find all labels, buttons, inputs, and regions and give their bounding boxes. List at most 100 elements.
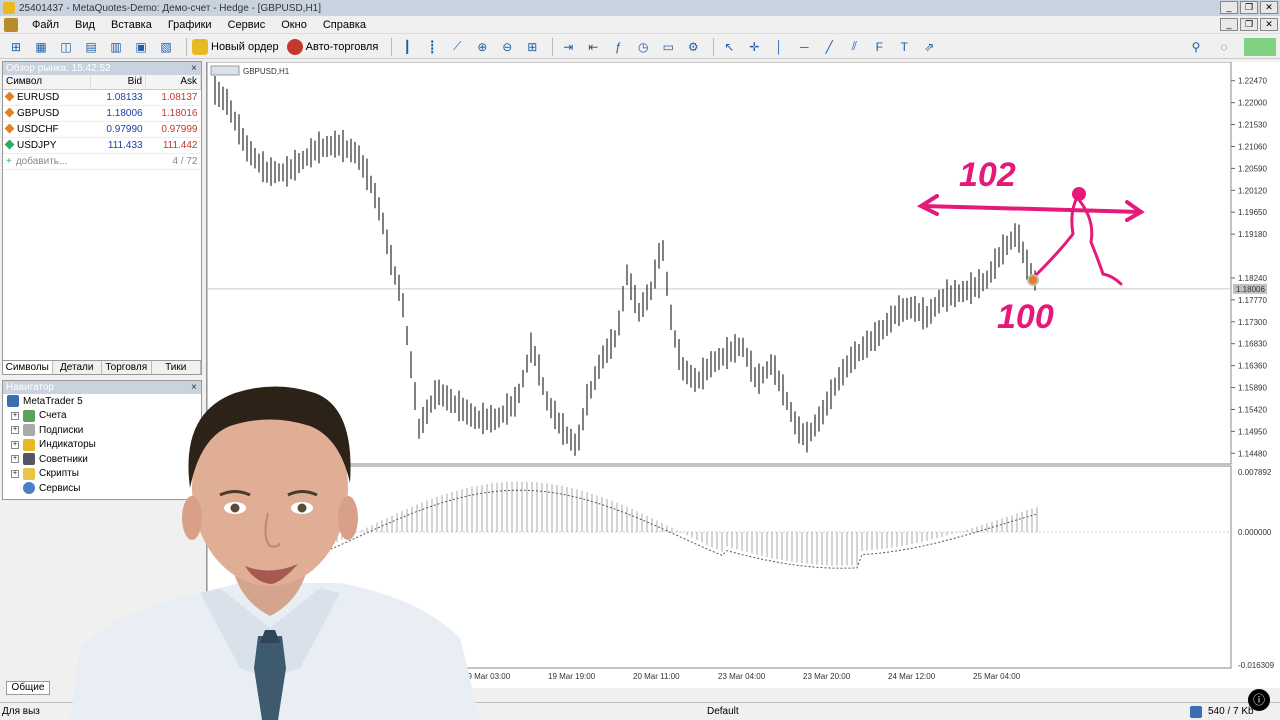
menu-file[interactable]: Файл	[24, 19, 67, 31]
status-help-text: Для выз	[2, 706, 40, 717]
fibonacci-icon[interactable]: F	[869, 38, 889, 56]
search-icon[interactable]: ⚲	[1186, 38, 1206, 56]
chat-icon[interactable]: ◌	[1214, 38, 1234, 56]
periods-icon[interactable]: ◷	[633, 38, 653, 56]
autoscroll-icon[interactable]: ⇥	[558, 38, 578, 56]
time-tick-label: 20 Mar 11:00	[633, 672, 680, 681]
chart-shift-icon[interactable]: ⇤	[583, 38, 603, 56]
info-icon[interactable]: ⓘ	[1248, 689, 1270, 711]
minimize-button[interactable]: _	[1220, 1, 1238, 14]
table-row[interactable]: USDCHF 0.97990 0.97999	[3, 121, 201, 138]
tab-trading[interactable]: Торговля	[102, 361, 152, 374]
indicators-icon[interactable]: ƒ	[608, 38, 628, 56]
price-tick-label: 1.20120	[1238, 186, 1267, 195]
presenter-webcam	[70, 386, 480, 720]
time-tick-label: 25 Mar 04:00	[973, 672, 1021, 681]
terminal-icon[interactable]: ▣	[131, 38, 151, 56]
equidistant-channel-icon[interactable]: ⫽	[844, 38, 864, 56]
new-chart-icon[interactable]: ⊞	[6, 38, 26, 56]
price-tick-label: 1.17770	[1238, 296, 1267, 305]
symbol-icon	[4, 107, 15, 117]
toolbar-separator	[391, 37, 393, 56]
menu-help[interactable]: Справка	[315, 19, 374, 31]
market-watch-header: Обзор рынка: 15:42:52 ×	[3, 62, 201, 75]
price-tick-label: 1.22470	[1238, 77, 1267, 86]
menu-window[interactable]: Окно	[273, 19, 315, 31]
tile-windows-icon[interactable]: ⊞	[522, 38, 542, 56]
signal-icon[interactable]	[1244, 37, 1276, 56]
expand-icon[interactable]: +	[11, 426, 19, 435]
menu-view[interactable]: Вид	[67, 19, 103, 31]
restore-button[interactable]: ❐	[1240, 1, 1258, 14]
indicators-icon	[23, 438, 35, 451]
close-button[interactable]: ✕	[1260, 1, 1278, 14]
market-watch-icon[interactable]: ◫	[56, 38, 76, 56]
symbol-name: EURUSD	[17, 91, 60, 103]
price-point-marker	[1027, 274, 1039, 286]
table-row[interactable]: EURUSD 1.08133 1.08137	[3, 89, 201, 106]
symbol-icon	[4, 123, 15, 133]
tab-ticks[interactable]: Тики	[152, 361, 201, 374]
menu-insert[interactable]: Вставка	[103, 19, 160, 31]
profiles-icon[interactable]: ▦	[31, 38, 51, 56]
table-row[interactable]: GBPUSD 1.18006 1.18016	[3, 105, 201, 122]
text-icon[interactable]: T	[894, 38, 914, 56]
app-menu-icon[interactable]	[4, 17, 18, 32]
column-bid[interactable]: Bid	[90, 75, 147, 90]
templates-icon[interactable]: ▭	[658, 38, 678, 56]
current-price-label: 1.18006	[1236, 285, 1265, 294]
horizontal-line-icon[interactable]: ─	[794, 38, 814, 56]
auto-trading-button[interactable]: Авто-торговля	[286, 38, 378, 55]
bid-value: 111.433	[90, 137, 146, 154]
properties-icon[interactable]: ⚙	[683, 38, 703, 56]
price-tick-label: 1.16360	[1238, 362, 1267, 371]
title-bar: 25401437 - MetaQuotes-Demo: Демо-счет - …	[0, 0, 1280, 16]
candlestick-icon[interactable]: ┋	[422, 38, 442, 56]
add-icon: +	[6, 155, 12, 167]
cursor-icon[interactable]: ↖	[719, 38, 739, 56]
time-tick-label: 19 Mar 19:00	[548, 672, 596, 681]
mdi-minimize-button[interactable]: _	[1220, 18, 1238, 31]
mdi-restore-button[interactable]: ❐	[1240, 18, 1258, 31]
price-tick-label: 1.18240	[1238, 274, 1267, 283]
annotation-dot	[1072, 187, 1086, 201]
symbol-icon	[4, 91, 15, 101]
time-tick-label: 24 Mar 12:00	[888, 672, 936, 681]
menu-tools[interactable]: Сервис	[220, 19, 274, 31]
crosshair-icon[interactable]: ✛	[744, 38, 764, 56]
mdi-controls: _ ❐ ✕	[1220, 18, 1278, 31]
trendline-icon[interactable]: ╱	[819, 38, 839, 56]
zoom-in-icon[interactable]: ⊕	[472, 38, 492, 56]
vertical-line-icon[interactable]: │	[769, 38, 789, 56]
data-window-icon[interactable]: ▤	[81, 38, 101, 56]
expand-icon[interactable]: +	[11, 440, 19, 449]
strategy-tester-icon[interactable]: ▧	[156, 38, 176, 56]
expand-icon[interactable]: +	[11, 469, 19, 478]
toolbar-separator	[186, 37, 187, 56]
symbol-name: GBPUSD	[17, 107, 60, 119]
column-symbol[interactable]: Символ	[3, 75, 92, 90]
expand-icon[interactable]: +	[11, 455, 19, 464]
price-tick-label: 1.15420	[1238, 405, 1267, 414]
zoom-out-icon[interactable]: ⊖	[497, 38, 517, 56]
tab-details[interactable]: Детали	[53, 361, 102, 374]
market-watch-table: Символ Bid Ask EURUSD 1.08133 1.08137 GB…	[3, 75, 201, 170]
menu-charts[interactable]: Графики	[160, 19, 220, 31]
line-chart-icon[interactable]: ⟋	[447, 38, 467, 56]
ask-value: 1.18016	[145, 105, 201, 122]
bar-chart-icon[interactable]: ┃	[397, 38, 417, 56]
expand-icon[interactable]: +	[11, 411, 19, 420]
mdi-close-button[interactable]: ✕	[1260, 18, 1278, 31]
tab-symbols[interactable]: Символы	[3, 361, 53, 374]
close-icon[interactable]: ×	[191, 62, 197, 75]
column-ask[interactable]: Ask	[145, 75, 201, 90]
ask-value: 111.442	[145, 137, 201, 154]
market-watch-panel: Обзор рынка: 15:42:52 × Символ Bid Ask E…	[2, 61, 202, 375]
add-symbol-row[interactable]: + добавить... 4 / 72	[3, 153, 201, 170]
price-tick-label: 1.21060	[1238, 142, 1267, 151]
table-row[interactable]: USDJPY 111.433 111.442	[3, 137, 201, 154]
arrows-icon[interactable]: ⇗	[919, 38, 939, 56]
services-icon	[23, 482, 35, 495]
navigator-icon[interactable]: ▥	[106, 38, 126, 56]
new-order-button[interactable]: Новый ордер	[192, 38, 279, 55]
